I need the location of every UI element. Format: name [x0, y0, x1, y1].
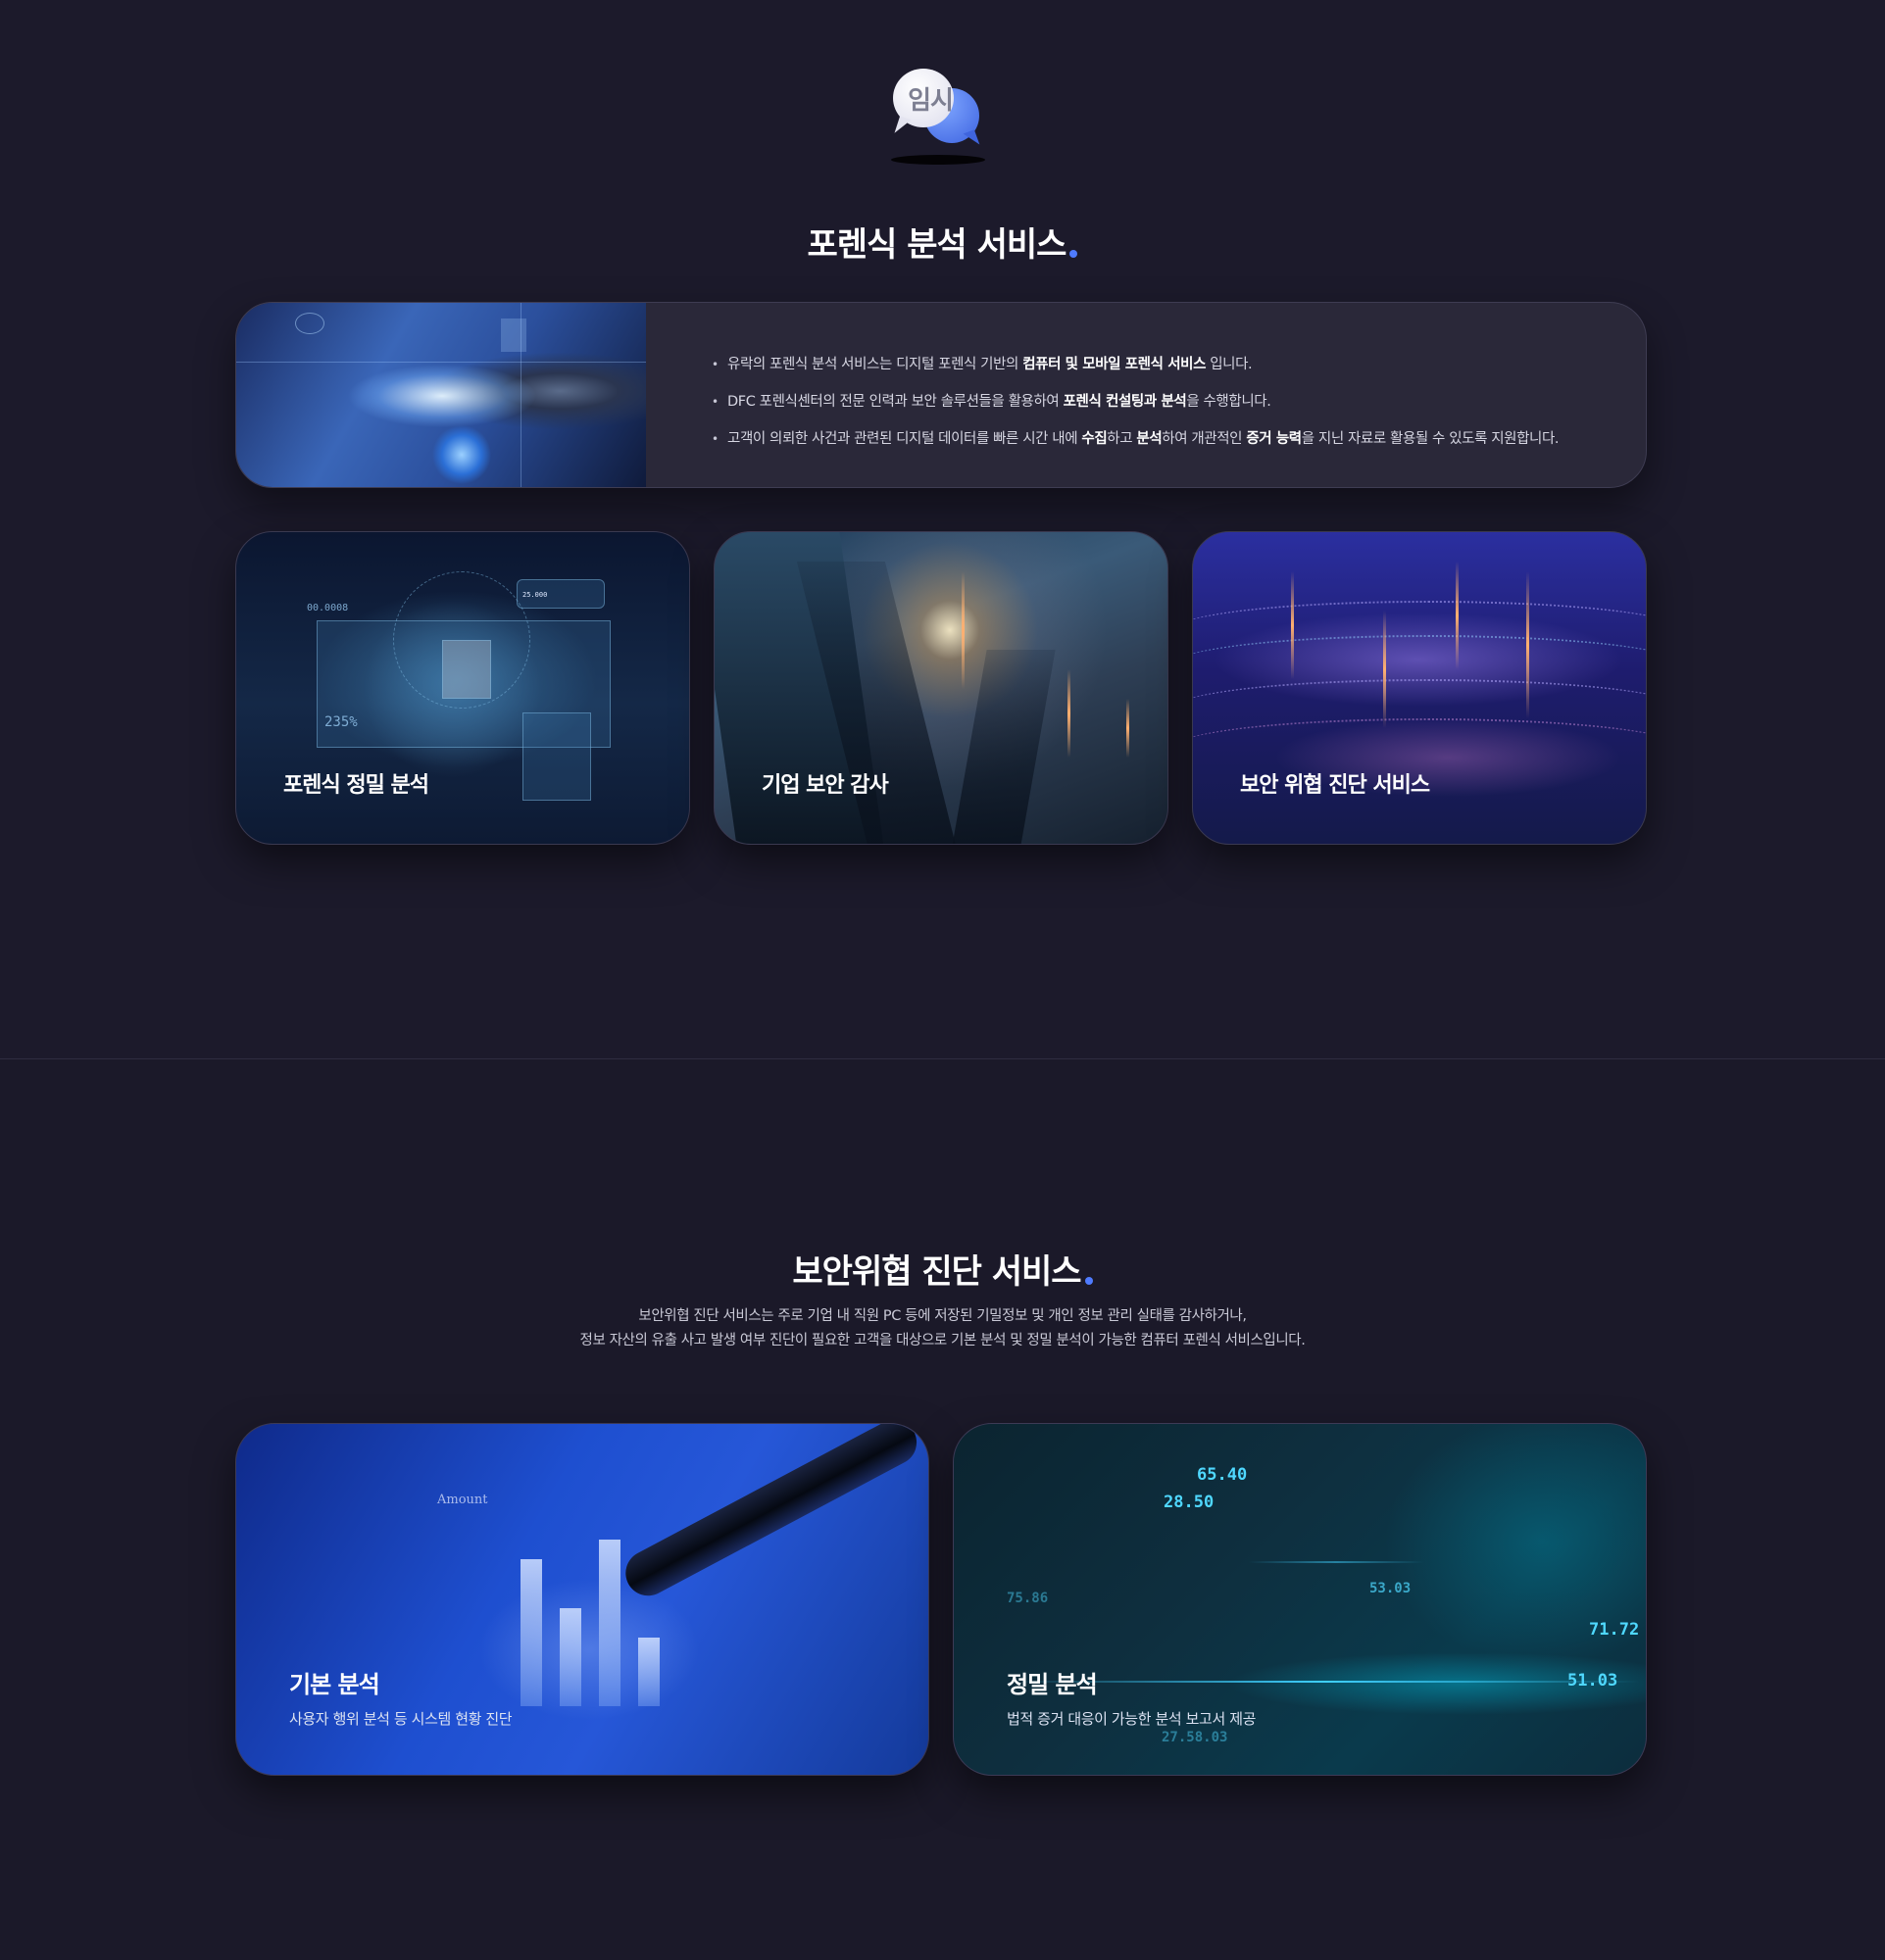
deco-value: 00.0008 — [307, 603, 349, 613]
intro-item: 고객이 의뢰한 사건과 관련된 디지털 데이터를 빠른 시간 내에 수집하고 분… — [712, 420, 1607, 458]
hud-number: 28.50 — [1164, 1493, 1215, 1512]
pen-image — [618, 1424, 925, 1604]
radial-gauge — [393, 571, 530, 709]
chart-bar — [599, 1540, 620, 1706]
hud-number: 27.58.03 — [1162, 1730, 1228, 1745]
white-bubble-icon: 임시 — [893, 69, 954, 127]
intro-item: DFC 포렌식센터의 전문 인력과 보안 솔루션들을 활용하여 포렌식 컨설팅과… — [712, 383, 1607, 420]
chat-bubble-logo-icon: 임시 — [887, 67, 990, 170]
description-line: 정보 자산의 유출 사고 발생 여부 진단이 필요한 고객을 대상으로 기본 분… — [579, 1333, 1306, 1348]
section-title-threat: 보안위협 진단 서비스 — [0, 1245, 1885, 1293]
service-card-label: 기업 보안 감사 — [762, 773, 889, 798]
card-title: 정밀 분석 — [1007, 1671, 1098, 1698]
intro-item: 유락의 포렌식 분석 서비스는 디지털 포렌식 기반의 컴퓨터 및 모바일 포렌… — [712, 346, 1607, 383]
deco-percent: 235% — [324, 714, 358, 730]
light-streak — [1291, 571, 1294, 679]
title-dot-icon — [1084, 1277, 1093, 1285]
building-right — [952, 650, 1056, 844]
touch-screen-image — [236, 303, 646, 487]
chart-bar — [560, 1608, 581, 1706]
light-streak — [1526, 571, 1529, 718]
logo-text: 임시 — [908, 85, 954, 116]
intro-emphasis: 분석 — [1136, 431, 1163, 447]
light-streak — [1383, 611, 1386, 728]
image-gridline — [236, 362, 646, 363]
intro-text: 입니다. — [1206, 357, 1253, 372]
intro-emphasis: 컴퓨터 및 모바일 포렌식 서비스 — [1022, 357, 1207, 372]
image-panel — [501, 318, 526, 352]
card-basic-analysis[interactable]: Amount 기본 분석 사용자 행위 분석 등 시스템 현황 진단 — [235, 1423, 929, 1776]
service-card-forensic-detail[interactable]: 00.0008 235% 25.000 포렌식 정밀 분석 — [235, 531, 690, 845]
hud-number: 53.03 — [1369, 1581, 1412, 1596]
card-title: 기본 분석 — [289, 1671, 380, 1698]
hud-number: 75.86 — [1007, 1591, 1049, 1606]
forensic-section: 임시 포렌식 분석 서비스 유락의 포렌식 분석 서비스는 디지털 포렌식 기반… — [0, 0, 1885, 1058]
service-card-security-audit[interactable]: 기업 보안 감사 — [714, 531, 1168, 845]
intro-emphasis: 포렌식 컨설팅과 분석 — [1063, 394, 1187, 410]
chart-bar — [638, 1638, 660, 1706]
intro-card: 유락의 포렌식 분석 서비스는 디지털 포렌식 기반의 컴퓨터 및 모바일 포렌… — [235, 302, 1647, 488]
hud-line — [1248, 1561, 1424, 1563]
deco-number: 25.000 — [522, 591, 548, 599]
spreadsheet-header: Amount — [437, 1493, 488, 1507]
intro-text: 고객이 의뢰한 사건과 관련된 디지털 데이터를 빠른 시간 내에 — [727, 431, 1082, 447]
section-description: 보안위협 진단 서비스는 주로 기업 내 직원 PC 등에 저장된 기밀정보 및… — [0, 1304, 1885, 1353]
card-subtitle: 사용자 행위 분석 등 시스템 현황 진단 — [289, 1710, 513, 1728]
intro-bullet-list: 유락의 포렌식 분석 서비스는 디지털 포렌식 기반의 컴퓨터 및 모바일 포렌… — [712, 346, 1607, 458]
light-streak — [1067, 669, 1070, 758]
chart-bar — [521, 1559, 542, 1706]
service-card-threat-diagnosis[interactable]: 보안 위협 진단 서비스 — [1192, 531, 1647, 845]
card-detailed-analysis[interactable]: 65.40 28.50 75.86 53.03 71.72 51.03 27.5… — [953, 1423, 1647, 1776]
logo-shadow — [891, 155, 985, 165]
service-card-label: 보안 위협 진단 서비스 — [1240, 773, 1430, 798]
intro-text: 을 지닌 자료로 활용될 수 있도록 지원합니다. — [1301, 431, 1560, 447]
intro-text: 하고 — [1107, 431, 1137, 447]
section-title-text: 보안위협 진단 서비스 — [792, 1252, 1081, 1292]
intro-emphasis: 수집 — [1081, 431, 1108, 447]
title-dot-icon — [1069, 250, 1078, 258]
section-title-text: 포렌식 분석 서비스 — [807, 225, 1067, 265]
light-streak — [962, 571, 965, 689]
intro-text: DFC 포렌식센터의 전문 인력과 보안 솔루션들을 활용하여 — [727, 394, 1064, 410]
hud-number: 65.40 — [1197, 1465, 1248, 1485]
hud-number: 71.72 — [1589, 1620, 1640, 1640]
chart-panel — [522, 712, 591, 801]
intro-text: 유락의 포렌식 분석 서비스는 디지털 포렌식 기반의 — [727, 357, 1023, 372]
light-streak — [1456, 562, 1459, 669]
service-card-label: 포렌식 정밀 분석 — [283, 773, 429, 798]
section-title-forensic: 포렌식 분석 서비스 — [0, 218, 1885, 266]
intro-emphasis: 증거 능력 — [1246, 431, 1302, 447]
intro-text: 을 수행합니다. — [1186, 394, 1271, 410]
card-subtitle: 법적 증거 대응이 가능한 분석 보고서 제공 — [1007, 1710, 1257, 1728]
hud-line — [1013, 1681, 1640, 1683]
light-streak — [1126, 699, 1129, 758]
description-line: 보안위협 진단 서비스는 주로 기업 내 직원 PC 등에 저장된 기밀정보 및… — [638, 1308, 1247, 1324]
magnifier-icon — [295, 313, 324, 334]
intro-text: 하여 개관적인 — [1162, 431, 1247, 447]
